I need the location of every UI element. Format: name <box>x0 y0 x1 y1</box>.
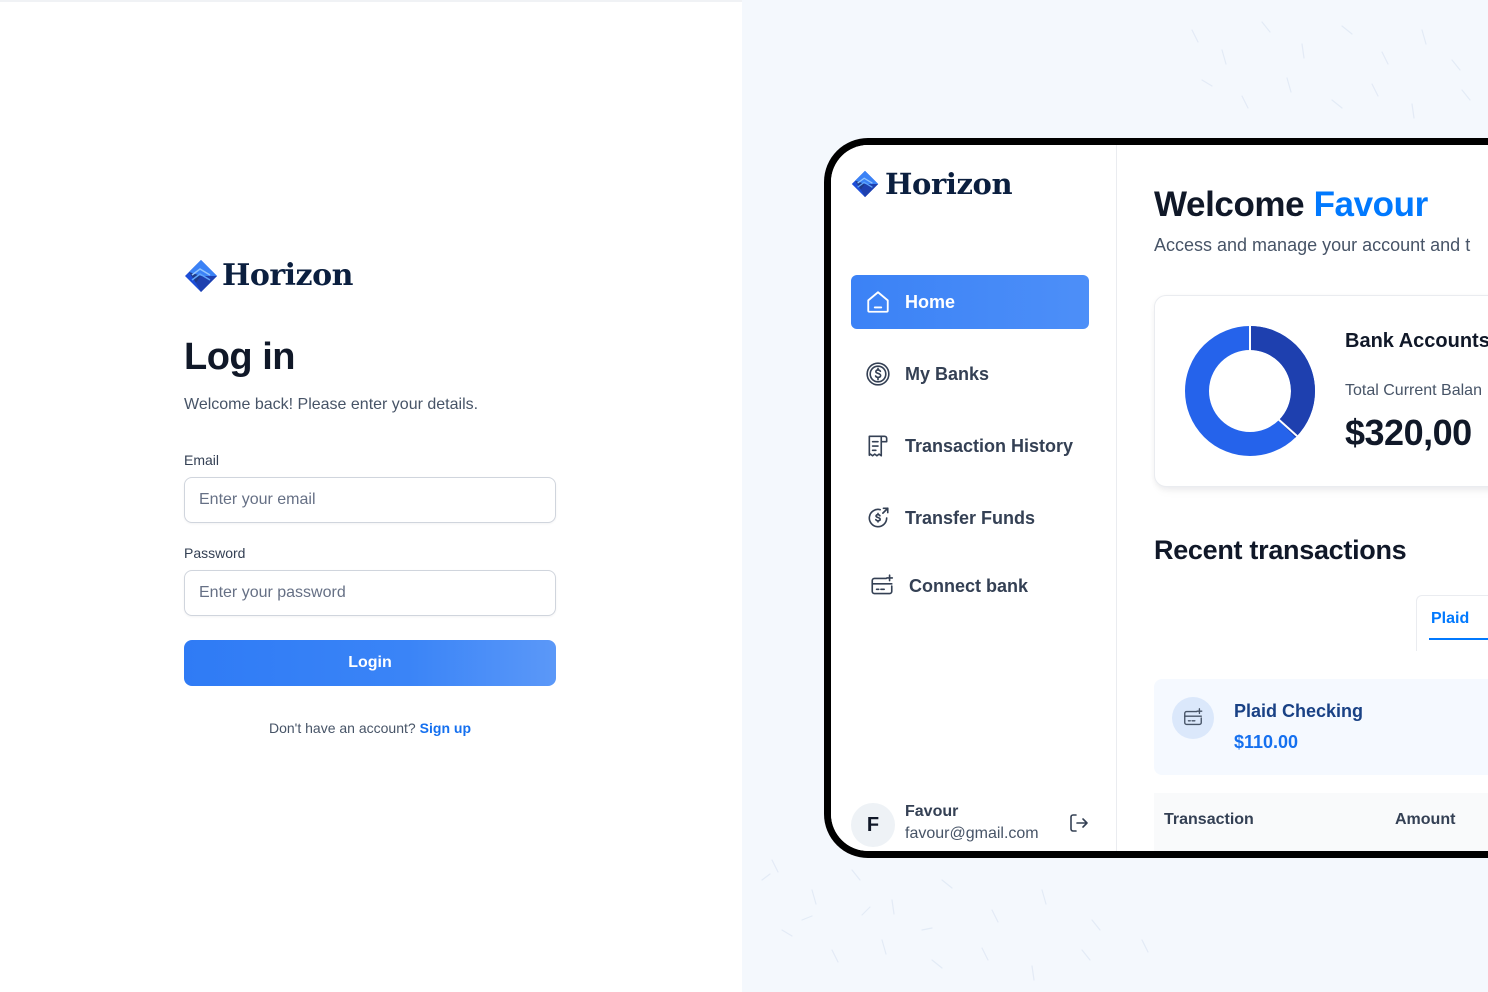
column-header-transaction: Transaction <box>1164 811 1254 828</box>
sidebar-brand: Horizon <box>851 167 1013 201</box>
sidebar-item-label: Transaction History <box>905 435 1074 456</box>
bank-tabs: Plaid <box>1416 595 1488 651</box>
login-button[interactable]: Login <box>184 640 556 686</box>
card-add-icon <box>869 573 895 599</box>
logout-icon[interactable] <box>1067 811 1091 840</box>
password-field[interactable] <box>184 570 556 616</box>
active-tab-indicator <box>1429 638 1488 640</box>
brand-name: Horizon <box>885 167 1013 201</box>
welcome-subtitle: Access and manage your account and t <box>1154 235 1471 255</box>
welcome-prefix: Welcome <box>1154 185 1305 224</box>
email-field[interactable] <box>184 477 556 523</box>
sidebar-item-label: Home <box>905 291 956 312</box>
dollar-circle-icon <box>865 361 891 387</box>
bank-accounts-title: Bank Accounts <box>1345 330 1488 352</box>
sidebar-item-label: My Banks <box>905 363 990 384</box>
sidebar-item-connect-bank[interactable]: Connect bank <box>851 559 1089 613</box>
sidebar-item-transfer-funds[interactable]: Transfer Funds <box>851 491 1089 545</box>
login-panel: Horizon Log in Welcome back! Please ente… <box>0 0 742 992</box>
total-balance-card: Bank Accounts Total Current Balan $320,0… <box>1154 295 1488 487</box>
tab-plaid[interactable]: Plaid <box>1431 610 1469 628</box>
sidebar-item-transaction-history[interactable]: Transaction History <box>851 419 1089 473</box>
account-name: Plaid Checking <box>1234 701 1364 721</box>
recent-transactions-title: Recent transactions <box>1154 535 1407 565</box>
signup-row: Don't have an account? Sign up <box>184 720 556 736</box>
sidebar-item-home[interactable]: Home <box>851 275 1089 329</box>
receipt-icon <box>865 433 891 459</box>
home-icon <box>865 289 891 315</box>
account-balance: $110.00 <box>1234 732 1299 752</box>
balance-label: Total Current Balan <box>1345 382 1482 399</box>
sidebar-item-label: Transfer Funds <box>905 507 1036 528</box>
signup-prompt: Don't have an account? <box>269 720 416 736</box>
sidebar-item-my-banks[interactable]: My Banks <box>851 347 1089 401</box>
avatar: F <box>851 803 895 847</box>
money-send-icon <box>865 505 891 531</box>
user-email: favour@gmail.com <box>905 825 1039 842</box>
balance-value: $320,00 <box>1345 412 1472 453</box>
user-profile: F Favour favour@gmail.com <box>851 803 1101 851</box>
dashboard-preview: Horizon Home My Banks Transaction Histor… <box>824 138 1488 858</box>
sidebar-item-label: Connect bank <box>909 575 1029 596</box>
preview-panel: Horizon Home My Banks Transaction Histor… <box>742 0 1488 992</box>
brand-name: Horizon <box>222 258 353 293</box>
doughnut-segment <box>1249 326 1316 438</box>
dashboard-main: Welcome Favour Access and manage your ac… <box>1118 145 1488 851</box>
column-header-amount: Amount <box>1395 811 1456 828</box>
welcome-name: Favour <box>1313 185 1429 224</box>
transactions-table-header: Transaction Amount <box>1154 793 1488 851</box>
horizon-logo-icon <box>851 170 879 198</box>
bank-account-card[interactable]: Plaid Checking $110.00 <box>1154 679 1488 775</box>
sidebar: Horizon Home My Banks Transaction Histor… <box>831 145 1117 851</box>
welcome-heading: Welcome Favour <box>1154 185 1428 225</box>
page-title: Log in <box>184 336 295 378</box>
login-brand: Horizon <box>184 258 353 293</box>
user-name: Favour <box>905 803 959 820</box>
card-add-icon <box>1172 697 1214 739</box>
email-label: Email <box>184 452 220 468</box>
balance-doughnut-chart <box>1185 324 1316 456</box>
password-label: Password <box>184 545 246 561</box>
horizon-logo-icon <box>184 259 218 293</box>
page-subtitle: Welcome back! Please enter your details. <box>184 396 479 413</box>
signup-link[interactable]: Sign up <box>420 720 471 736</box>
